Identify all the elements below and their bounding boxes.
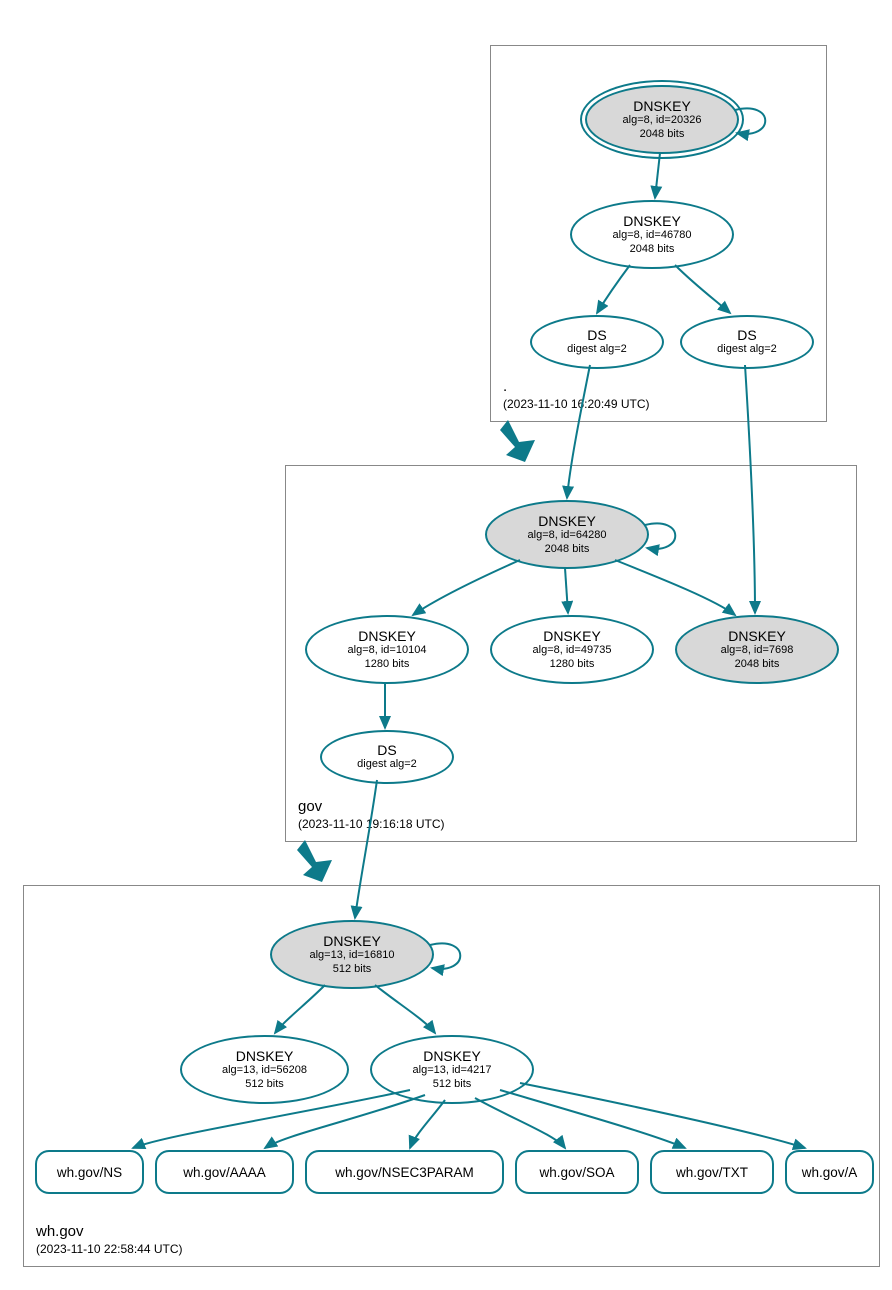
whgov-dnskey-4217: DNSKEY alg=13, id=4217 512 bits: [370, 1035, 534, 1104]
record-aaaa: wh.gov/AAAA: [155, 1150, 294, 1194]
gov-ds: DS digest alg=2: [320, 730, 454, 784]
whgov-ksk: DNSKEY alg=13, id=16810 512 bits: [270, 920, 434, 989]
whgov-dnskey-56208: DNSKEY alg=13, id=56208 512 bits: [180, 1035, 349, 1104]
zone-whgov-date: (2023-11-10 22:58:44 UTC): [36, 1242, 183, 1256]
record-soa: wh.gov/SOA: [515, 1150, 639, 1194]
record-nsec3param: wh.gov/NSEC3PARAM: [305, 1150, 504, 1194]
root-ds2: DS digest alg=2: [680, 315, 814, 369]
gov-ksk: DNSKEY alg=8, id=64280 2048 bits: [485, 500, 649, 569]
record-a: wh.gov/A: [785, 1150, 874, 1194]
gov-dnskey-49735: DNSKEY alg=8, id=49735 1280 bits: [490, 615, 654, 684]
zone-root-date: (2023-11-10 16:20:49 UTC): [503, 397, 650, 411]
zone-root-name: .: [503, 378, 650, 395]
zone-whgov-name: wh.gov: [36, 1223, 183, 1240]
zone-gov-name: gov: [298, 798, 445, 815]
record-ns: wh.gov/NS: [35, 1150, 144, 1194]
gov-dnskey-10104: DNSKEY alg=8, id=10104 1280 bits: [305, 615, 469, 684]
gov-dnskey-7698: DNSKEY alg=8, id=7698 2048 bits: [675, 615, 839, 684]
root-ds1: DS digest alg=2: [530, 315, 664, 369]
root-zsk: DNSKEY alg=8, id=46780 2048 bits: [570, 200, 734, 269]
record-txt: wh.gov/TXT: [650, 1150, 774, 1194]
root-ksk: DNSKEY alg=8, id=20326 2048 bits: [585, 85, 739, 154]
zone-gov-date: (2023-11-10 19:16:18 UTC): [298, 817, 445, 831]
